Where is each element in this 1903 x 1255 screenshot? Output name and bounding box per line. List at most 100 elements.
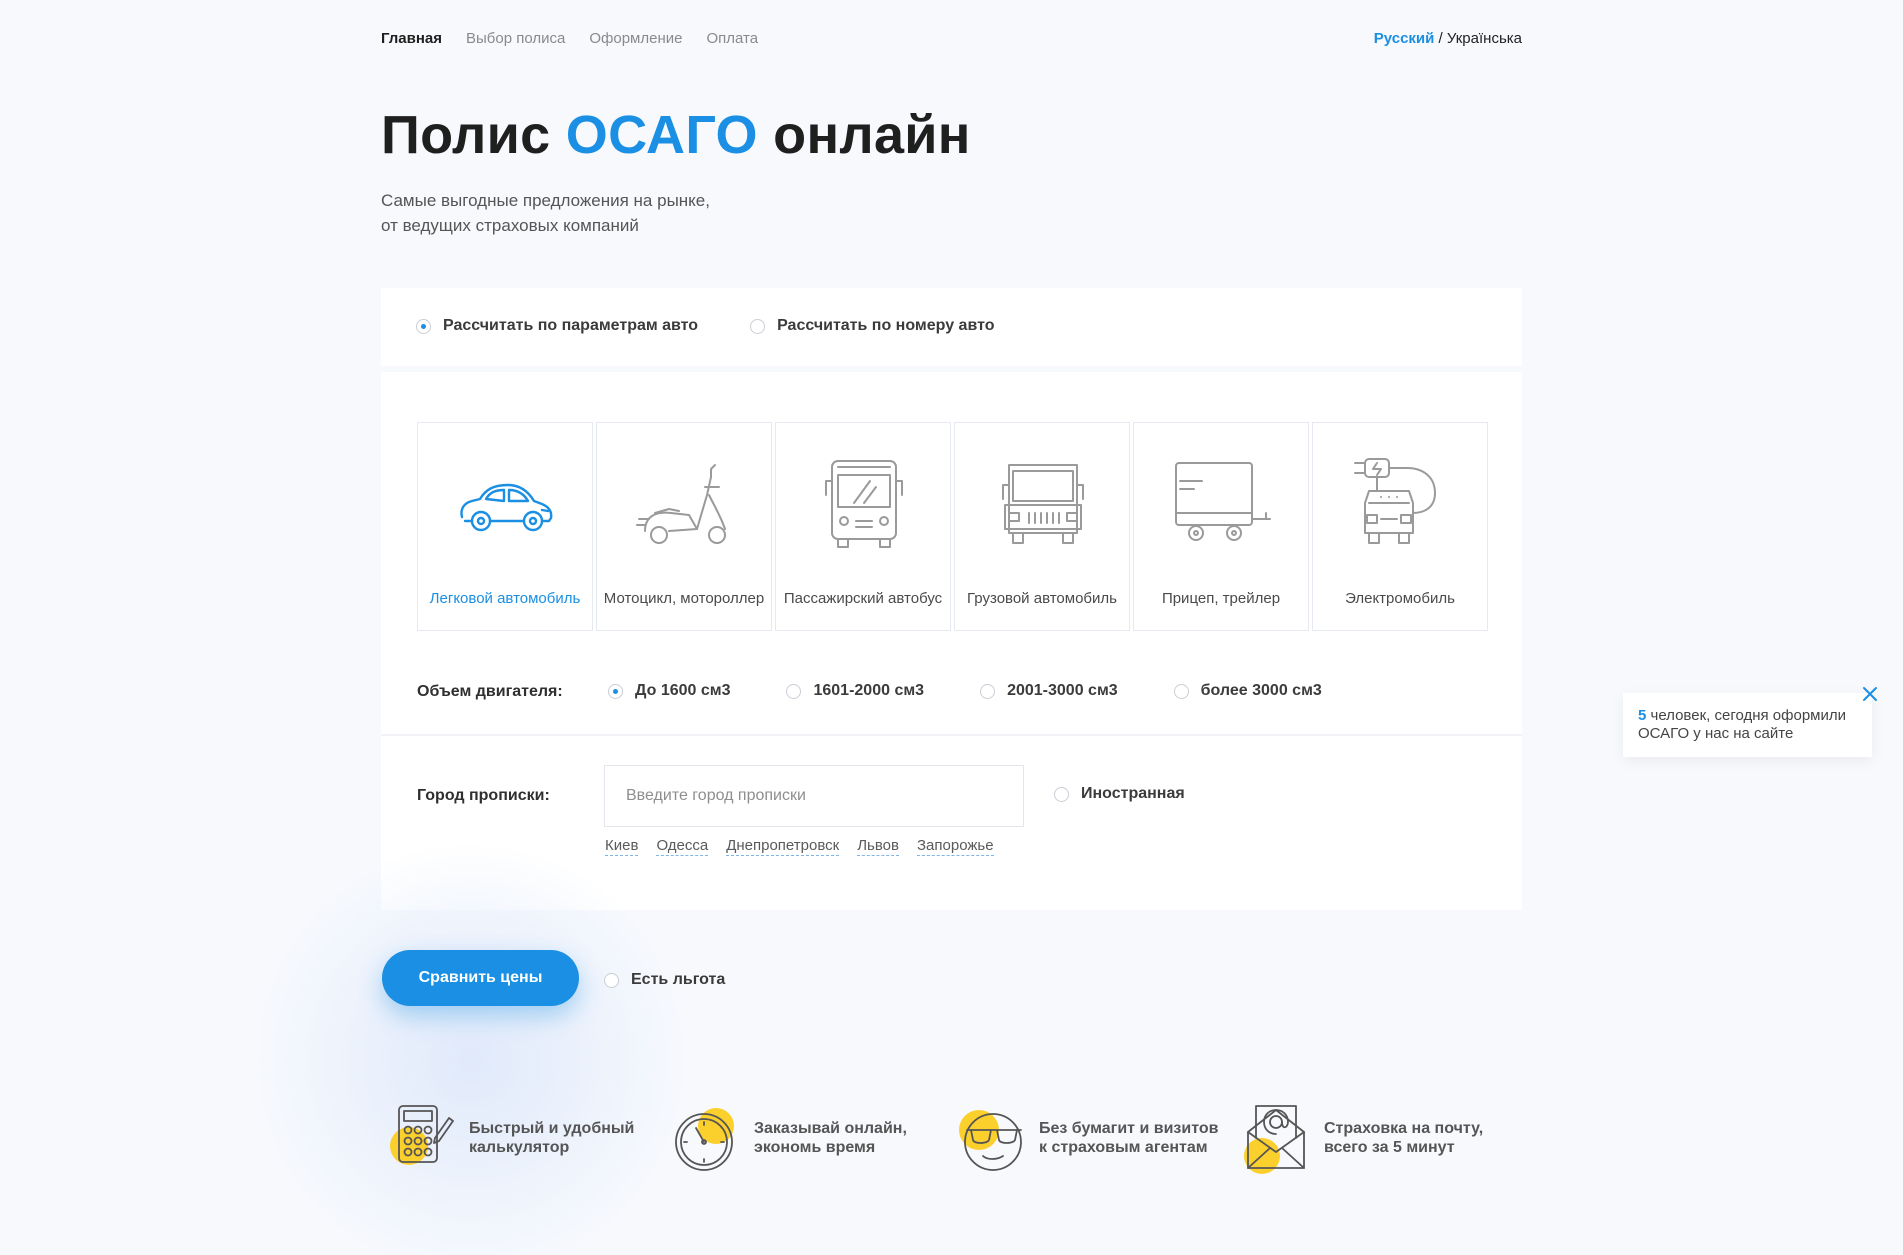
vehicle-tile-label: Легковой автомобиль [429, 590, 581, 607]
car-icon [460, 483, 553, 532]
feature-line: к страховым агентам [1039, 1139, 1208, 1156]
features-row: Быстрый и удобный калькулятор Заказывай … [387, 1100, 1527, 1176]
radio-dot[interactable] [1173, 683, 1189, 699]
radio-dot[interactable] [750, 318, 766, 334]
engine-option-over-3000[interactable]: более 3000 см3 [1173, 682, 1322, 700]
close-icon[interactable] [1862, 686, 1878, 702]
calc-by-params-radio[interactable]: Рассчитать по параметрам авто [416, 317, 698, 335]
city-link-dnepropetrovsk[interactable]: Днепропетровск [726, 837, 840, 856]
quick-city-links: Киев Одесса Днепропетровск Львов Запорож… [605, 837, 994, 856]
radio-label: Рассчитать по номеру авто [777, 317, 995, 334]
radio-label: 2001-3000 см3 [1007, 682, 1118, 699]
nav-item-registration[interactable]: Оформление [589, 30, 682, 47]
nav-item-home[interactable]: Главная [381, 30, 442, 47]
title-part-1: Полис [381, 105, 566, 165]
scooter-icon [636, 464, 726, 544]
clock-icon [675, 1108, 734, 1171]
calc-form-card: Легковой автомобиль Мотоцикл, мотороллер [381, 372, 1522, 910]
subtitle-line-2: от ведущих страховых компаний [381, 216, 639, 235]
vehicle-tile-bus[interactable]: Пассажирский автобус [775, 422, 951, 631]
toast-line-1: 5 человек, сегодня оформили [1638, 707, 1858, 725]
feature-line: Страховка на почту, [1324, 1120, 1484, 1137]
calc-mode-options: Рассчитать по параметрам авто Рассчитать… [416, 317, 994, 335]
page-subtitle: Самые выгодные предложения на рынке, от … [381, 188, 801, 238]
feature-line: Быстрый и удобный [469, 1120, 635, 1137]
lang-ukrainian[interactable]: Українська [1447, 30, 1522, 47]
engine-volume-label: Объем двигателя: [417, 683, 563, 700]
toast-text-2: ОСАГО у нас на сайте [1638, 725, 1794, 742]
vehicle-tile-trailer[interactable]: Прицеп, трейлер [1133, 422, 1309, 631]
vehicle-tile-label: Электромобиль [1345, 590, 1455, 607]
city-input[interactable] [604, 765, 1024, 827]
radio-dot[interactable] [604, 972, 619, 988]
toast-text-1: человек, сегодня оформили [1646, 707, 1847, 724]
feature-text: Страховка на почту, всего за 5 минут [1324, 1119, 1483, 1157]
vehicle-tile-scooter[interactable]: Мотоцикл, мотороллер [596, 422, 772, 631]
vehicle-tile-label: Мотоцикл, мотороллер [603, 590, 765, 607]
vehicle-tile-label: Пассажирский автобус [783, 590, 943, 607]
city-link-lviv[interactable]: Львов [857, 837, 899, 856]
title-accent: ОСАГО [565, 105, 758, 165]
calc-mode-card: Рассчитать по параметрам авто Рассчитать… [381, 288, 1522, 366]
radio-dot[interactable] [416, 318, 431, 334]
radio-label: Есть льгота [631, 971, 726, 988]
top-nav: Главная Выбор полиса Оформление Оплата Р… [381, 30, 1522, 52]
city-link-zaporozhye[interactable]: Запорожье [916, 837, 994, 856]
compare-prices-button[interactable]: Сравнить цены [382, 950, 579, 1006]
feature-text: Быстрый и удобный калькулятор [469, 1119, 634, 1157]
electric-car-icon [1354, 458, 1436, 544]
vehicle-tile-label: Грузовой автомобиль [967, 590, 1117, 607]
city-link-kiev[interactable]: Киев [605, 837, 639, 856]
page-title: Полис ОСАГО онлайн [381, 104, 971, 166]
social-proof-toast: 5 человек, сегодня оформили ОСАГО у нас … [1623, 693, 1872, 757]
engine-option-3000[interactable]: 2001-3000 см3 [980, 682, 1118, 700]
title-part-2: онлайн [757, 105, 971, 165]
lang-russian[interactable]: Русский [1374, 30, 1435, 47]
vehicle-tile-electric-car[interactable]: Электромобиль [1312, 422, 1488, 631]
feature-no-paper: Без бумагит и визитов к страховым агента… [957, 1100, 1242, 1176]
language-switcher: Русский / Українська [1374, 30, 1522, 47]
has-benefit-radio[interactable]: Есть льгота [604, 971, 725, 989]
radio-label: более 3000 см3 [1200, 682, 1322, 699]
radio-label: До 1600 см3 [635, 682, 731, 699]
form-divider [381, 734, 1522, 736]
radio-dot[interactable] [608, 683, 623, 699]
feature-line: Заказывай онлайн, [754, 1120, 907, 1137]
feature-line: калькулятор [469, 1139, 570, 1156]
button-glow [251, 840, 691, 1255]
subtitle-line-1: Самые выгодные предложения на рынке, [381, 191, 710, 210]
bus-icon [825, 460, 903, 548]
engine-volume-options: До 1600 см3 1601-2000 см3 2001-3000 см3 … [608, 682, 1378, 700]
feature-line: экономь время [754, 1139, 876, 1156]
feature-email-delivery: Страховка на почту, всего за 5 минут [1242, 1100, 1527, 1176]
feature-text: Без бумагит и визитов к страховым агента… [1039, 1119, 1218, 1157]
city-link-odessa[interactable]: Одесса [656, 837, 709, 856]
city-label: Город прописки: [417, 787, 550, 804]
radio-label: 1601-2000 см3 [813, 682, 925, 699]
vehicle-type-tiles: Легковой автомобиль Мотоцикл, мотороллер [417, 422, 1488, 631]
calc-by-number-radio[interactable]: Рассчитать по номеру авто [750, 317, 994, 335]
truck-icon [1002, 464, 1084, 544]
vehicle-tile-label: Прицеп, трейлер [1161, 590, 1281, 607]
envelope-icon [1244, 1105, 1305, 1174]
radio-dot[interactable] [980, 683, 996, 699]
vehicle-tile-truck[interactable]: Грузовой автомобиль [954, 422, 1130, 631]
engine-option-1600[interactable]: До 1600 см3 [608, 682, 730, 700]
nav-item-payment[interactable]: Оплата [706, 30, 758, 47]
feature-line: всего за 5 минут [1324, 1139, 1455, 1156]
calculator-icon [390, 1105, 454, 1165]
feature-line: Без бумагит и визитов [1039, 1120, 1219, 1137]
radio-dot[interactable] [786, 683, 802, 699]
lang-separator: / [1434, 30, 1447, 47]
engine-option-2000[interactable]: 1601-2000 см3 [786, 682, 924, 700]
nav-item-policy-choice[interactable]: Выбор полиса [466, 30, 565, 47]
feature-text: Заказывай онлайн, экономь время [754, 1119, 907, 1157]
trailer-icon [1175, 462, 1271, 541]
radio-label: Рассчитать по параметрам авто [443, 317, 699, 334]
steps-nav: Главная Выбор полиса Оформление Оплата [381, 30, 758, 47]
sunglasses-face-icon [959, 1110, 1022, 1171]
feature-calculator: Быстрый и удобный калькулятор [387, 1100, 672, 1176]
vehicle-tile-car[interactable]: Легковой автомобиль [417, 422, 593, 631]
foreign-city-radio[interactable]: Иностранная [1054, 785, 1185, 803]
radio-dot[interactable] [1054, 786, 1069, 802]
